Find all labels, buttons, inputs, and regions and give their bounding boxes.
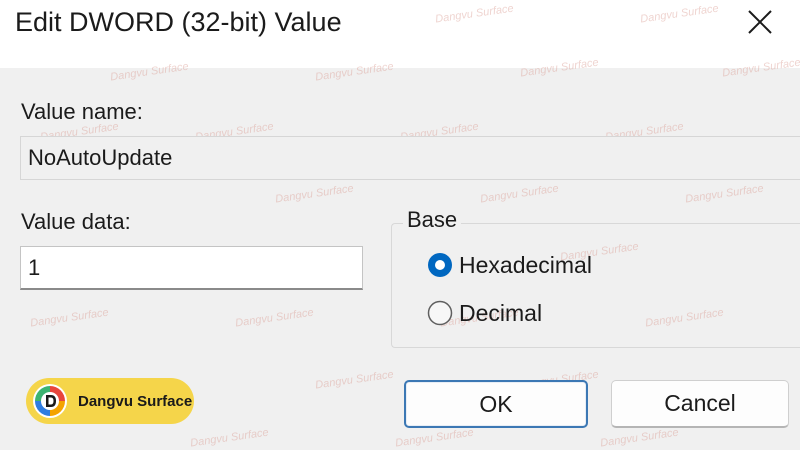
value-data-label: Value data: (21, 209, 131, 234)
brand-badge-text: Dangvu Surface (78, 392, 193, 410)
cancel-button[interactable]: Cancel (611, 380, 789, 428)
radio-hexadecimal-label: Hexadecimal (459, 252, 592, 278)
radio-decimal[interactable]: Decimal (427, 299, 542, 327)
base-groupbox (391, 223, 800, 348)
value-name-label: Value name: (21, 99, 143, 124)
radio-decimal-label: Decimal (459, 300, 543, 326)
close-button[interactable] (734, 0, 786, 44)
value-name-text: NoAutoUpdate (28, 145, 173, 170)
dangvu-logo-icon (33, 384, 67, 418)
dialog-titlebar: Edit DWORD (32-bit) Value (0, 0, 800, 68)
base-group-label: Base (403, 206, 462, 234)
close-icon (748, 10, 772, 34)
value-data-input[interactable]: 1 (20, 246, 363, 290)
brand-badge: Dangvu Surface (26, 378, 194, 424)
radio-hexadecimal[interactable]: Hexadecimal (427, 251, 592, 279)
dialog-title: Edit DWORD (32-bit) Value (15, 7, 342, 37)
value-name-field[interactable]: NoAutoUpdate (20, 136, 800, 180)
ok-button[interactable]: OK (404, 380, 588, 428)
value-data-text: 1 (28, 254, 41, 280)
radio-unselected-icon (427, 300, 453, 326)
radio-selected-icon (428, 253, 452, 277)
